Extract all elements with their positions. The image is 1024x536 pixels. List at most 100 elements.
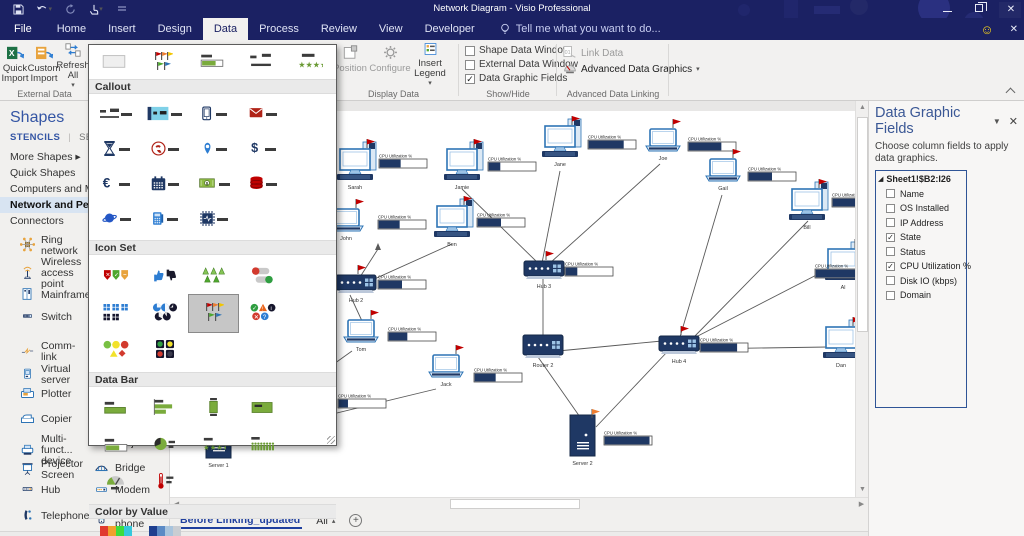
shape-wireless-access-point[interactable]: Wireless access point [18, 257, 84, 290]
data-graphic-bar-vertical[interactable] [189, 390, 238, 427]
shape-projector-screen[interactable]: Projector Screen [18, 459, 84, 481]
gallery-resize-handle[interactable] [327, 436, 335, 444]
data-graphic-euro-callout[interactable]: € [91, 167, 140, 202]
collapse-ribbon-icon[interactable] [1006, 88, 1016, 94]
data-graphic-gauge[interactable] [91, 464, 140, 501]
tab-view[interactable]: View [368, 18, 414, 40]
tab-developer[interactable]: Developer [414, 18, 486, 40]
checkbox-icon[interactable] [886, 204, 895, 213]
checkbox-icon[interactable]: ✓ [465, 74, 475, 84]
gallery-preview-databar-preview[interactable] [187, 47, 236, 77]
horizontal-scroll-thumb[interactable] [450, 499, 580, 509]
checkbox-icon[interactable]: ✓ [886, 233, 895, 242]
add-page-icon[interactable]: + [349, 514, 362, 527]
data-graphic-toggle[interactable] [238, 258, 287, 295]
gallery-preview-text-preview[interactable] [236, 47, 285, 77]
connector[interactable] [542, 171, 560, 263]
node-dan[interactable]: CPU Utilization %Dan [823, 317, 855, 369]
feedback-smiley-icon[interactable]: ☺ [980, 22, 993, 37]
data-graphic-highlight-callout[interactable] [140, 97, 189, 132]
tab-review[interactable]: Review [310, 18, 368, 40]
quick-import-button[interactable]: XQuick Import [0, 42, 30, 86]
connector[interactable] [596, 351, 668, 427]
connector[interactable] [680, 195, 722, 337]
node-jamie[interactable]: CPU Utilization %Jamie [444, 139, 536, 191]
checkbox-icon[interactable] [886, 189, 895, 198]
minimize-button[interactable] [938, 4, 956, 15]
field-domain[interactable]: Domain [886, 290, 964, 300]
data-graphic-pin-callout[interactable] [189, 132, 238, 167]
link-data-button[interactable]: 01Link Data [563, 45, 623, 61]
tab-data[interactable]: Data [203, 18, 248, 40]
node-server2[interactable]: CPU Utilization %Server 2 [570, 409, 652, 467]
node-hub2[interactable]: CPU Utilization %Hub 2 [336, 265, 426, 304]
checkbox-icon[interactable] [886, 247, 895, 256]
data-graphic-dollar-callout[interactable]: $ [238, 132, 287, 167]
field-os-installed[interactable]: OS Installed [886, 203, 964, 213]
node-tom[interactable]: CPU Utilization %Tom [344, 310, 436, 353]
data-graphic-bar-double[interactable] [140, 390, 189, 427]
data-range-row[interactable]: ◢ Sheet1!$B2:I26 [878, 174, 964, 184]
data-graphic-shape-set[interactable] [91, 332, 140, 369]
node-hub3[interactable]: CPU Utilization %Hub 3 [524, 251, 613, 290]
tab-stencils[interactable]: STENCILS [10, 132, 60, 143]
shape-hub[interactable]: Hub [18, 484, 84, 497]
custom-import-button[interactable]: Custom Import [29, 42, 59, 86]
connector[interactable] [692, 267, 832, 339]
data-graphic-bar-single[interactable] [91, 390, 140, 427]
data-graphic-star-rating[interactable]: ★★★★ [189, 427, 238, 464]
shape-mainframe[interactable]: Mainframe [18, 287, 84, 304]
data-graphic-traffic-lights[interactable] [140, 332, 189, 369]
data-graphic-chip-callout[interactable] [189, 202, 238, 237]
checkbox-icon[interactable] [886, 291, 895, 300]
vertical-scrollbar[interactable]: ▲ ▼ [855, 101, 868, 497]
data-graphic-bar-block[interactable] [238, 390, 287, 427]
data-graphic-pie-legend[interactable] [140, 427, 189, 464]
tab-insert[interactable]: Insert [97, 18, 147, 40]
data-graphic-calendar-callout[interactable] [140, 167, 189, 202]
shape-comm-link[interactable]: Comm-link [18, 341, 84, 363]
shape-telephone[interactable]: Telephone [18, 508, 84, 525]
tell-me-box[interactable]: Tell me what you want to do... [486, 18, 661, 40]
configure-button[interactable]: Configure [370, 42, 410, 86]
data-graphic-rainbow-scale[interactable] [91, 522, 140, 536]
shape-copier[interactable]: Copier [18, 412, 84, 427]
data-graphic-calculator-callout[interactable] [140, 202, 189, 237]
connector[interactable] [360, 249, 378, 277]
data-graphic-call-callout[interactable] [140, 132, 189, 167]
field-ip-address[interactable]: IP Address [886, 218, 964, 228]
insert-legend-button[interactable]: Insert Legend▾ [410, 42, 450, 86]
data-graphic-money-callout[interactable]: $ [189, 167, 238, 202]
data-graphic-grid-squares[interactable] [91, 295, 140, 332]
node-bill[interactable]: CPU Utilization %Bill [789, 179, 855, 231]
data-graphic-thermometer[interactable] [140, 464, 189, 501]
data-graphic-mail-callout[interactable] [238, 97, 287, 132]
node-router2[interactable]: Router 2 [523, 335, 563, 369]
connector[interactable] [550, 164, 660, 263]
checkbox-icon[interactable] [465, 60, 475, 70]
restore-button[interactable] [970, 4, 988, 15]
node-hub4[interactable]: CPU Utilization %Hub 4 [659, 326, 748, 365]
pane-close-icon[interactable]: ✕ [1009, 115, 1018, 128]
shape-virtual-server[interactable]: Virtual server [18, 364, 84, 386]
node-joe[interactable]: CPU Utilization %Joe [646, 119, 736, 162]
data-graphic-blue-scale[interactable] [140, 522, 189, 536]
data-graphic-hourglass-callout[interactable] [91, 132, 140, 167]
node-sarah[interactable]: CPU Utilization %Sarah [337, 139, 427, 191]
node-al[interactable]: CPU Utilization %Al [815, 239, 855, 291]
data-graphic-shields[interactable]: ✕✓− [91, 258, 140, 295]
collapse-triangle-icon[interactable]: ◢ [878, 175, 883, 183]
node-gail[interactable]: CPU Utilization %Gail [706, 149, 796, 192]
node-jane[interactable]: CPU Utilization %Jane [542, 116, 636, 168]
field-status[interactable]: Status [886, 247, 964, 257]
document-close-icon[interactable]: ✕ [1010, 24, 1018, 35]
pane-menu-icon[interactable]: ▼ [993, 117, 1001, 126]
data-graphic-phone-callout[interactable] [189, 97, 238, 132]
checkbox-icon[interactable] [465, 46, 475, 56]
data-graphic-status-symbols[interactable]: ✓!i✕? [238, 295, 287, 332]
gallery-preview-flags[interactable] [138, 47, 187, 77]
gallery-preview-stars-preview[interactable]: ★★★★ [285, 47, 334, 77]
shape-switch[interactable]: Switch [18, 311, 84, 324]
checkbox-icon[interactable]: ✓ [886, 262, 895, 271]
data-graphic-bar-progress[interactable] [91, 427, 140, 464]
